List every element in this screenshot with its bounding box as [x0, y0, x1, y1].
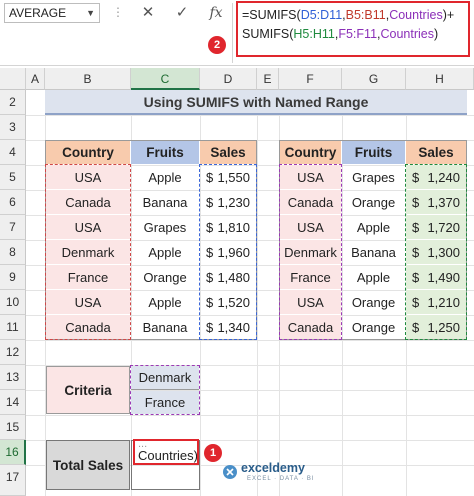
editor-text: Countries)	[138, 448, 198, 463]
name-box[interactable]: AVERAGE ▼	[4, 3, 100, 23]
more-options-icon[interactable]: ⋮	[112, 5, 124, 19]
table1-border	[45, 140, 257, 340]
cancel-icon[interactable]: ✕	[138, 3, 158, 23]
row-header-15[interactable]: 15	[0, 415, 26, 440]
callout-badge-2: 2	[208, 36, 226, 54]
insert-function-icon[interactable]: fx	[206, 3, 226, 23]
row-header-14[interactable]: 14	[0, 390, 26, 415]
row-header-7[interactable]: 7	[0, 215, 26, 240]
select-all-corner[interactable]	[0, 68, 26, 90]
row-header-3[interactable]: 3	[0, 115, 26, 140]
row-header-8[interactable]: 8	[0, 240, 26, 265]
column-header-g[interactable]: G	[342, 68, 406, 90]
row-header-2[interactable]: 2	[0, 90, 26, 115]
watermark-tagline: EXCEL · DATA · BI	[247, 476, 315, 482]
column-header-d[interactable]: D	[200, 68, 257, 90]
column-header-e[interactable]: E	[257, 68, 279, 90]
name-box-value: AVERAGE	[9, 6, 67, 20]
column-header-h[interactable]: H	[406, 68, 474, 90]
total-sales-editor[interactable]: ... Countries)	[133, 439, 199, 465]
column-header-a[interactable]: A	[26, 68, 45, 90]
row-header-6[interactable]: 6	[0, 190, 26, 215]
row-header-17[interactable]: 17	[0, 465, 26, 496]
row-header-9[interactable]: 9	[0, 265, 26, 290]
column-header-f[interactable]: F	[279, 68, 342, 90]
formula-line-1: =SUMIFS(D5:D11,B5:B11,Countries)+	[242, 8, 455, 22]
row-header-12[interactable]: 12	[0, 340, 26, 365]
exceldemy-logo-icon	[223, 465, 237, 479]
formula-bar: AVERAGE ▼ ⋮ ✕ ✓ fx =SUMIFS(D5:D11,B5:B11…	[0, 0, 474, 66]
column-header-b[interactable]: B	[45, 68, 131, 90]
row-header-10[interactable]: 10	[0, 290, 26, 315]
chevron-down-icon[interactable]: ▼	[86, 4, 95, 22]
row-header-5[interactable]: 5	[0, 165, 26, 190]
row-header-16[interactable]: 16	[0, 440, 26, 465]
enter-icon[interactable]: ✓	[172, 3, 192, 23]
editor-overflow-text: ...	[138, 439, 148, 450]
formula-input[interactable]: =SUMIFS(D5:D11,B5:B11,Countries)+ SUMIFS…	[236, 1, 470, 57]
watermark: exceldemy EXCEL · DATA · BI	[222, 461, 327, 483]
table2-border	[279, 140, 467, 340]
column-header-c[interactable]: C	[131, 68, 200, 90]
criteria-value-2[interactable]: France	[131, 391, 199, 414]
callout-badge-1: 1	[204, 444, 222, 462]
formula-line-2: SUMIFS(H5:H11,F5:F11,Countries)	[242, 27, 439, 41]
watermark-brand: exceldemy	[241, 461, 305, 475]
row-header-4[interactable]: 4	[0, 140, 26, 165]
sheet-title[interactable]: Using SUMIFS with Named Range	[45, 90, 467, 115]
row-header-13[interactable]: 13	[0, 365, 26, 390]
divider	[232, 3, 233, 63]
total-sales-label[interactable]: Total Sales	[46, 440, 130, 490]
criteria-value-1[interactable]: Denmark	[131, 366, 199, 390]
criteria-label[interactable]: Criteria	[46, 366, 130, 414]
row-header-11[interactable]: 11	[0, 315, 26, 340]
